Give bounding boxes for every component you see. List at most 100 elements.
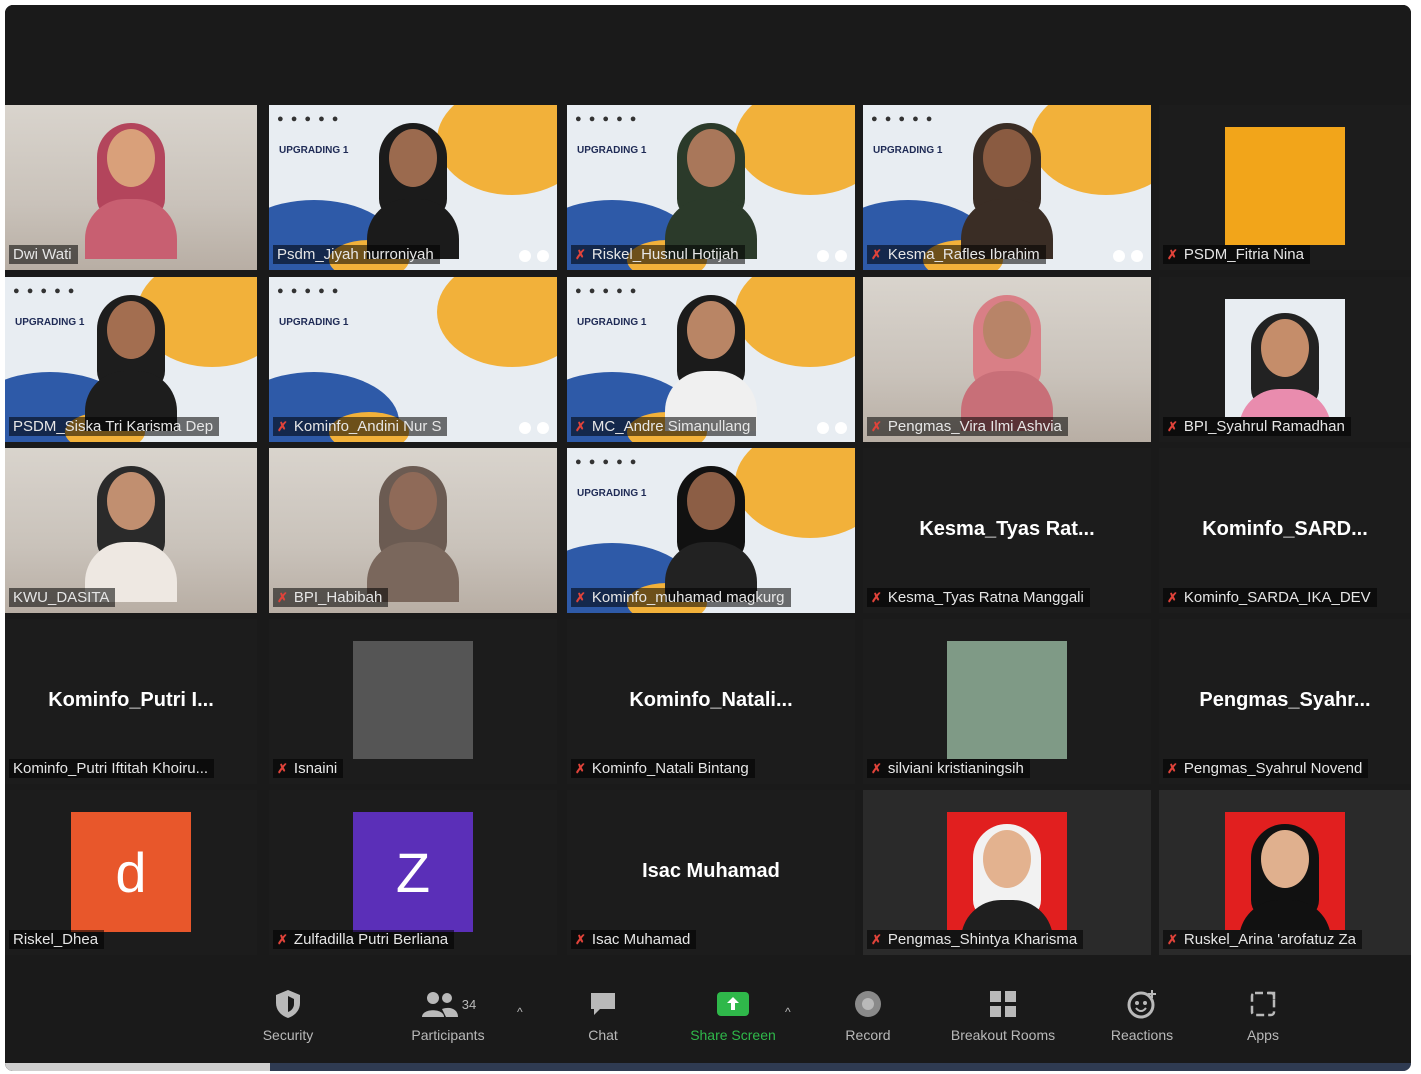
participant-tile[interactable]: ✗ PSDM_Fitria Nina <box>1159 105 1411 270</box>
participant-nameplate: ✗ MC_Andre Simanullang <box>571 417 757 436</box>
participant-silhouette <box>961 123 1053 259</box>
apps-label: Apps <box>1247 1027 1279 1043</box>
participant-tile[interactable]: Pengmas_Syahr... ✗ Pengmas_Syahrul Novend <box>1159 619 1411 784</box>
tile-controls[interactable] <box>817 250 847 262</box>
participant-tile[interactable]: ✗ Ruskel_Arina 'arofatuz Za <box>1159 790 1411 955</box>
participant-tile[interactable]: ✗ Pengmas_Vira Ilmi Ashvia <box>863 277 1151 442</box>
chat-button[interactable]: Chat <box>571 987 635 1043</box>
participant-name: Pengmas_Syahrul Novend <box>1183 760 1363 777</box>
logos-row: ● ● ● ● ● <box>575 113 639 125</box>
participant-nameplate: Dwi Wati <box>9 245 78 264</box>
participant-name: PSDM_Siska Tri Karisma Dep <box>13 418 214 435</box>
participant-tile[interactable]: ✗ silviani kristianingsih <box>863 619 1151 784</box>
breakout-rooms-icon <box>985 987 1021 1021</box>
participant-tile[interactable]: Kesma_Tyas Rat... ✗ Kesma_Tyas Ratna Mangg… <box>863 448 1151 613</box>
card-heading: UPGRADING 1 <box>577 145 647 156</box>
dot-icon <box>519 250 531 262</box>
participant-tile[interactable]: d Riskel_Dhea <box>5 790 257 955</box>
participant-tile[interactable]: Isac Muhamad ✗ Isac Muhamad <box>567 790 855 955</box>
participants-button[interactable]: 34 Participants <box>393 987 503 1043</box>
display-name: Pengmas_Syahr... <box>1199 689 1371 711</box>
participant-nameplate: Riskel_Dhea <box>9 930 105 949</box>
share-screen-label: Share Screen <box>690 1027 776 1043</box>
muted-mic-icon: ✗ <box>871 589 882 605</box>
muted-mic-icon: ✗ <box>871 931 882 947</box>
card-heading: UPGRADING 1 <box>279 317 349 328</box>
face-shape <box>107 129 155 187</box>
participant-tile[interactable]: Kominfo_Putri I... Kominfo_Putri Iftitah … <box>5 619 257 784</box>
participant-tile[interactable]: ● ● ● ● ● UPGRADING 1 ✗ Kominfo_Andini Nur … <box>269 277 557 442</box>
profile-picture <box>947 641 1067 759</box>
face-shape <box>107 472 155 530</box>
participant-tile[interactable]: ● ● ● ● ● UPGRADING 1 PSDM_Siska Tri Karis… <box>5 277 257 442</box>
tile-controls[interactable] <box>519 422 549 434</box>
security-button[interactable]: Security <box>249 987 327 1043</box>
participant-tile[interactable]: ✗ Pengmas_Shintya Kharisma <box>863 790 1151 955</box>
participant-nameplate: PSDM_Siska Tri Karisma Dep <box>9 417 220 436</box>
chat-icon <box>585 987 621 1021</box>
participant-nameplate: ✗ Kominfo_Natali Bintang <box>571 759 755 778</box>
participant-tile[interactable]: ● ● ● ● ● UPGRADING 1 Psdm_Jiyah nurroniya… <box>269 105 557 270</box>
participant-tile[interactable]: ✗ Isnaini <box>269 619 557 784</box>
smiley-icon <box>1124 987 1160 1021</box>
muted-mic-icon: ✗ <box>1167 931 1178 947</box>
participant-tile[interactable]: ● ● ● ● ● UPGRADING 1 ✗ MC_Andre Simanullan… <box>567 277 855 442</box>
participants-caret-icon[interactable]: ^ <box>517 1005 523 1019</box>
participant-tile[interactable]: Dwi Wati <box>5 105 257 270</box>
participant-nameplate: ✗ BPI_Habibah <box>273 588 389 607</box>
tile-controls[interactable] <box>519 250 549 262</box>
muted-mic-icon: ✗ <box>575 418 586 434</box>
participant-nameplate: ✗ Kesma_Tyas Ratna Manggali <box>867 588 1090 607</box>
participant-tile[interactable]: ✗ BPI_Habibah <box>269 448 557 613</box>
participant-nameplate: ✗ Zulfadilla Putri Berliana <box>273 930 455 949</box>
participant-tile[interactable]: ● ● ● ● ● UPGRADING 1 ✗ Kesma_Rafles Ibrahi… <box>863 105 1151 270</box>
participant-tile[interactable]: ● ● ● ● ● UPGRADING 1 ✗ Kominfo_muhamad mag… <box>567 448 855 613</box>
apps-button[interactable]: Apps <box>1233 987 1293 1043</box>
participant-silhouette <box>1239 824 1331 930</box>
dot-icon <box>1131 250 1143 262</box>
tile-controls[interactable] <box>1113 250 1143 262</box>
card-heading: UPGRADING 1 <box>279 145 349 156</box>
face-shape <box>687 129 735 187</box>
face-shape <box>1261 830 1309 888</box>
participant-name: Ruskel_Arina 'arofatuz Za <box>1183 931 1357 948</box>
participant-name: Kominfo_muhamad magkurg <box>591 589 785 606</box>
participant-nameplate: ✗ silviani kristianingsih <box>867 759 1030 778</box>
muted-mic-icon: ✗ <box>1167 760 1178 776</box>
participant-tile[interactable]: KWU_DASITA <box>5 448 257 613</box>
participant-name: Zulfadilla Putri Berliana <box>293 931 449 948</box>
dot-icon <box>537 250 549 262</box>
apps-icon <box>1245 987 1281 1021</box>
share-screen-button[interactable]: Share Screen <box>675 987 791 1043</box>
muted-mic-icon: ✗ <box>277 589 288 605</box>
dot-icon <box>835 250 847 262</box>
chat-label: Chat <box>588 1027 618 1043</box>
muted-mic-icon: ✗ <box>575 589 586 605</box>
participant-name: Pengmas_Shintya Kharisma <box>887 931 1078 948</box>
face-shape <box>983 301 1031 359</box>
participant-tile[interactable]: Kominfo_SARD... ✗ Kominfo_SARDA_IKA_DEV <box>1159 448 1411 613</box>
participant-tile[interactable]: ✗ BPI_Syahrul Ramadhan <box>1159 277 1411 442</box>
record-button[interactable]: Record <box>833 987 903 1043</box>
muted-mic-icon: ✗ <box>277 760 288 776</box>
participant-name: Pengmas_Vira Ilmi Ashvia <box>887 418 1062 435</box>
participant-name: PSDM_Fitria Nina <box>1183 246 1304 263</box>
participant-name: BPI_Habibah <box>293 589 383 606</box>
participant-name: Riskel_Dhea <box>13 931 99 948</box>
participant-silhouette <box>665 295 757 431</box>
participant-tile[interactable]: Kominfo_Natali... ✗ Kominfo_Natali Bintang <box>567 619 855 784</box>
zoom-window: Dwi Wati ● ● ● ● ● UPGRADING 1 Psdm_Jiyah n… <box>5 5 1411 1071</box>
participants-count: 34 <box>461 996 477 1012</box>
participant-tile[interactable]: ● ● ● ● ● UPGRADING 1 ✗ Riskel_Husnul Hotij… <box>567 105 855 270</box>
share-caret-icon[interactable]: ^ <box>785 1005 791 1019</box>
participant-nameplate: Kominfo_Putri Iftitah Khoiru... <box>9 759 215 778</box>
breakout-rooms-button[interactable]: Breakout Rooms <box>933 987 1073 1043</box>
display-name: Kominfo_Putri I... <box>48 689 214 711</box>
participant-tile[interactable]: Z ✗ Zulfadilla Putri Berliana <box>269 790 557 955</box>
reactions-button[interactable]: Reactions <box>1097 987 1187 1043</box>
tile-controls[interactable] <box>817 422 847 434</box>
muted-mic-icon: ✗ <box>575 931 586 947</box>
muted-mic-icon: ✗ <box>1167 246 1178 262</box>
participant-name: KWU_DASITA <box>13 589 110 606</box>
face-shape <box>687 472 735 530</box>
